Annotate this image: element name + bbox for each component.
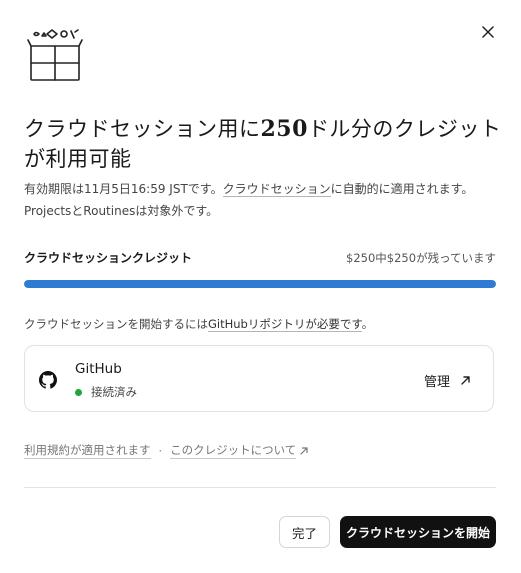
- github-icon: [39, 371, 57, 389]
- cloud-session-link[interactable]: クラウドセッション: [222, 182, 331, 197]
- done-button[interactable]: 完了: [279, 516, 330, 548]
- link-separator: ·: [158, 443, 163, 458]
- github-name: GitHub: [75, 361, 122, 377]
- credit-label: クラウドセッションクレジット: [24, 251, 193, 265]
- credit-remaining: $250中$250が残っています: [346, 251, 496, 265]
- footer-divider: [24, 487, 496, 488]
- requirement-text: クラウドセッションを開始するにはGitHubリポジトリが必要です。: [24, 316, 373, 332]
- dialog-title: クラウドセッション用に250ドル分のクレジットが利用可能: [24, 114, 504, 174]
- desc-part1: 有効期限は11月5日16:59 JSTです。: [24, 182, 223, 196]
- footer-links: 利用規約が適用されます · このクレジットについて: [24, 442, 309, 459]
- credit-progress-bar: [24, 280, 496, 288]
- arrow-up-right-icon: [461, 376, 470, 385]
- connected-status-dot: [75, 388, 82, 396]
- desc-part2: に自動的に適用されます。: [330, 182, 474, 196]
- title-prefix: クラウドセッション用に: [24, 117, 261, 141]
- dialog-description: 有効期限は11月5日16:59 JSTです。クラウドセッションに自動的に適用され…: [24, 178, 504, 222]
- start-cloud-session-button[interactable]: クラウドセッションを開始: [340, 516, 496, 548]
- credit-progress-fill: [24, 280, 496, 288]
- github-status: 接続済み: [75, 384, 137, 400]
- github-status-label: 接続済み: [91, 385, 137, 399]
- close-icon: [482, 26, 494, 38]
- close-button[interactable]: [476, 20, 500, 44]
- terms-link[interactable]: 利用規約が適用されます: [24, 442, 151, 459]
- manage-github-button[interactable]: 管理: [424, 371, 471, 390]
- credit-dialog: クラウドセッション用に250ドル分のクレジットが利用可能 有効期限は11月5日1…: [0, 0, 521, 573]
- requirement-prefix: クラウドセッションを開始するには: [24, 317, 208, 331]
- external-link-icon: [300, 446, 308, 455]
- gift-box-icon: [27, 29, 83, 81]
- desc-line2: ProjectsとRoutinesは対象外です。: [24, 204, 219, 218]
- github-connection-card: GitHub 接続済み 管理: [24, 345, 494, 412]
- about-credit-link[interactable]: このクレジットについて: [170, 442, 297, 459]
- title-amount: 250: [260, 116, 308, 142]
- github-repo-link[interactable]: GitHubリポジトリが必要です: [208, 317, 362, 332]
- manage-label: 管理: [423, 375, 450, 390]
- requirement-suffix: 。: [361, 317, 374, 331]
